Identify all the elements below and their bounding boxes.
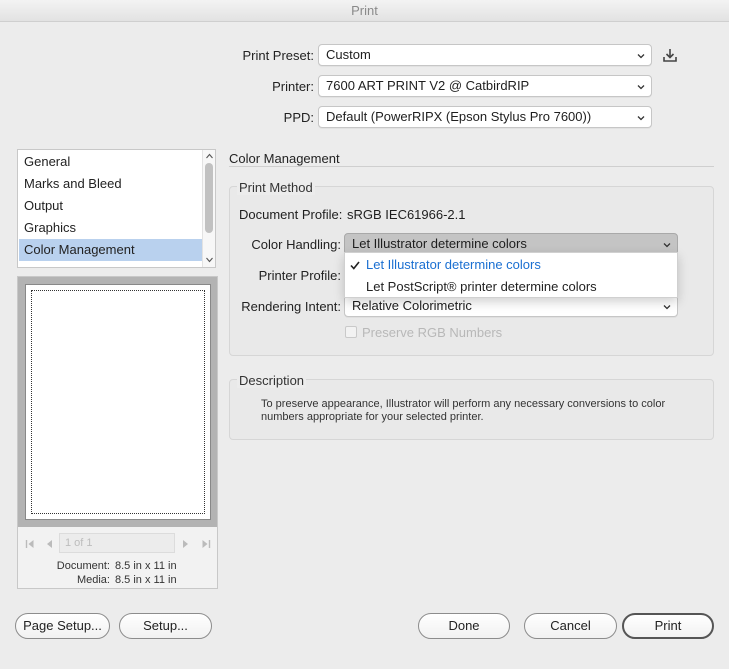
description-line-2: numbers appropriate for your selected pr… [261,411,484,423]
section-title: Color Management [229,151,340,166]
window-title: Print [351,3,378,18]
ppd-label: PPD: [283,110,314,125]
last-page-icon[interactable] [201,539,211,549]
media-size-label: Media: [76,574,110,586]
ppd-value: Default (PowerRIPX (Epson Stylus Pro 760… [326,109,592,124]
checkmark-icon [350,261,360,270]
document-profile-value: sRGB IEC61966-2.1 [347,207,466,222]
sidebar-item-marks-and-bleed[interactable]: Marks and Bleed [19,173,204,195]
rendering-intent-select[interactable]: Relative Colorimetric [344,295,678,317]
color-handling-label: Color Handling: [251,237,341,252]
preserve-rgb-label: Preserve RGB Numbers [362,325,503,340]
cancel-button[interactable]: Cancel [524,613,617,639]
scroll-down-arrow-icon[interactable] [206,257,213,263]
sidebar-item-output[interactable]: Output [19,195,204,217]
save-preset-icon[interactable] [662,48,678,63]
sidebar-item-graphics[interactable]: Graphics [19,217,204,239]
preview-area [18,277,217,527]
setup-button[interactable]: Setup... [119,613,212,639]
color-handling-value: Let Illustrator determine colors [352,236,527,251]
menu-item-label: Let PostScript® printer determine colors [366,279,597,294]
paper-preview [25,284,211,520]
chevron-down-icon [663,305,671,310]
print-preset-select[interactable]: Custom [318,44,652,66]
menu-item-postscript[interactable]: Let PostScript® printer determine colors [345,276,677,298]
printer-profile-label: Printer Profile: [258,268,341,283]
ppd-select[interactable]: Default (PowerRIPX (Epson Stylus Pro 760… [318,106,652,128]
printer-value: 7600 ART PRINT V2 @ CatbirdRIP [326,78,530,93]
sidebar-item-label: General [24,154,71,169]
chevron-down-icon [663,243,671,248]
printer-select[interactable]: 7600 ART PRINT V2 @ CatbirdRIP [318,75,652,97]
print-method-title: Print Method [237,180,315,195]
document-profile-label: Document Profile: [239,207,343,222]
sidebar-item-label: Marks and Bleed [24,176,122,191]
chevron-down-icon [637,116,645,121]
page-setup-button[interactable]: Page Setup... [15,613,110,639]
print-preset-value: Custom [326,47,371,62]
sidebar-item-label: Graphics [24,220,77,235]
sidebar-item-color-management[interactable]: Color Management [19,239,204,261]
scrollbar-thumb[interactable] [205,163,213,233]
rendering-intent-value: Relative Colorimetric [352,298,472,313]
next-page-icon[interactable] [182,539,190,549]
page-number-value: 1 of 1 [65,537,93,549]
description-title: Description [237,373,307,388]
sidebar-item-label: Color Management [24,242,135,257]
chevron-down-icon [637,54,645,59]
rendering-intent-label: Rendering Intent: [241,299,341,314]
window-titlebar: Print [0,0,729,22]
menu-item-label: Let Illustrator determine colors [366,257,541,272]
sidebar-item-general[interactable]: General [19,151,204,173]
section-divider [229,166,714,167]
description-line-1: To preserve appearance, Illustrator will… [261,398,666,410]
document-size-value: 8.5 in x 11 in [115,560,177,572]
chevron-down-icon [637,85,645,90]
done-button[interactable]: Done [418,613,510,639]
printer-label: Printer: [272,79,314,94]
document-size-label: Document: [56,560,110,572]
print-preset-label: Print Preset: [242,48,314,63]
first-page-icon[interactable] [25,539,35,549]
print-button[interactable]: Print [622,613,714,639]
sidebar-item-label: Output [24,198,64,213]
page-number-field[interactable]: 1 of 1 [59,533,175,553]
menu-item-illustrator[interactable]: Let Illustrator determine colors [345,254,677,276]
category-list[interactable]: General Marks and Bleed Output Graphics … [17,149,216,268]
color-handling-menu: Let Illustrator determine colors Let Pos… [344,252,678,298]
previous-page-icon[interactable] [45,539,53,549]
media-size-value: 8.5 in x 11 in [115,574,177,586]
list-scrollbar[interactable] [202,150,215,267]
description-text: To preserve appearance, Illustrator will… [261,398,706,424]
preserve-rgb-checkbox[interactable] [345,326,357,338]
imageable-area-outline [31,290,205,514]
scroll-up-arrow-icon[interactable] [206,153,213,159]
page-preview-panel: 1 of 1 Document: 8.5 in x 11 in Media: 8… [17,276,218,589]
